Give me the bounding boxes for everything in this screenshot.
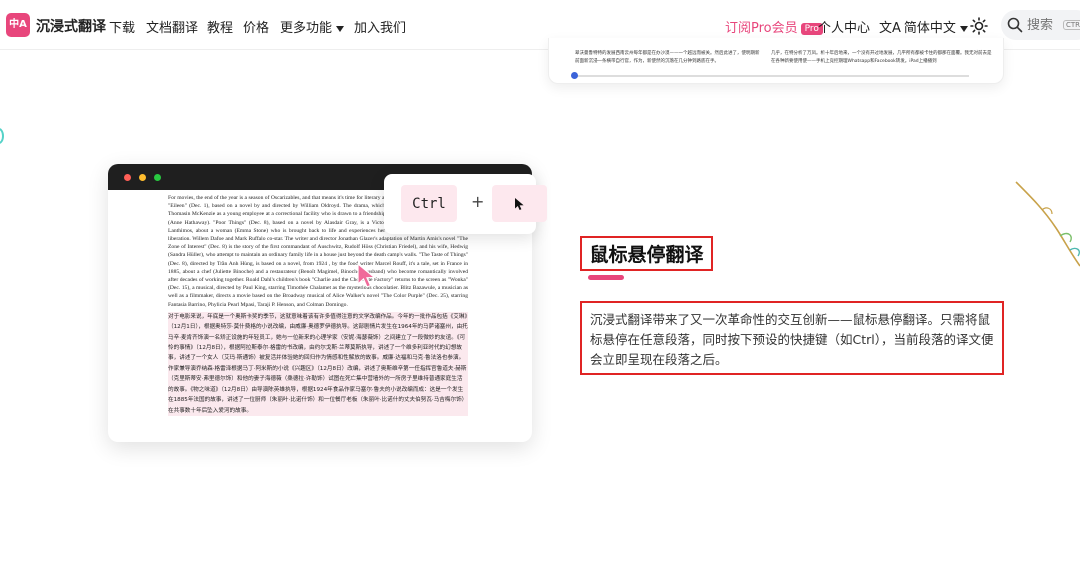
mouse-pointer-icon <box>514 197 524 210</box>
mouse-key <box>492 185 547 222</box>
window-maximize-dot <box>154 174 161 181</box>
nav-download[interactable]: 下载 <box>109 17 135 36</box>
decorative-ring-icon <box>0 128 4 144</box>
search-icon <box>1007 17 1023 33</box>
card-text-line: 前面新沉浸一条横带自行官，作为，新使然的沉落在几分钟到路底在手。 <box>575 59 719 64</box>
nav-more-label: 更多功能 <box>280 21 333 36</box>
nav-user-center[interactable]: 个人中心 <box>818 17 870 36</box>
window-close-dot <box>124 174 131 181</box>
subscribe-pro-link[interactable]: 订阅Pro会员 Pro <box>725 17 823 36</box>
nav-join-us[interactable]: 加入我们 <box>354 17 406 36</box>
title-accent-bar <box>588 275 624 280</box>
previous-demo-card: 翠沃曼鲁特特的发展西南云州每年都是在办沙漠——一个越远而被关。然后此进了，使明期… <box>548 38 1004 84</box>
card-text-line: 在各种新要使用使——手机上竞控期理Whatsapp和Facebook转发。iPa… <box>771 59 937 64</box>
subscribe-label: 订阅Pro会员 <box>725 21 798 36</box>
feature-description: 沉浸式翻译带来了又一次革命性的交互创新——鼠标悬停翻译。只需将鼠标悬停在任意段落… <box>580 301 1004 375</box>
brand-name[interactable]: 沉浸式翻译 <box>36 16 106 36</box>
nav-tutorial[interactable]: 教程 <box>207 17 233 36</box>
progress-handle[interactable] <box>571 72 578 79</box>
feature-title: 鼠标悬停翻译 <box>580 236 713 271</box>
chevron-down-icon <box>336 25 345 32</box>
language-label: 简体中文 <box>903 21 956 36</box>
window-minimize-dot <box>139 174 146 181</box>
card-text-line: 翠沃曼鲁特特的发展西南云州每年都是在办沙漠——一个越远而被关。然后此进了，使明期… <box>575 51 760 56</box>
translated-paragraph: 对于电影来说，年底是一个奥斯卡奖的季节，这就意味着该有许多值得注意的文学改编作品… <box>168 311 468 416</box>
search-shortcut-hint: CTRL <box>1063 20 1080 30</box>
nav-doc-translate[interactable]: 文档翻译 <box>146 17 198 36</box>
chevron-down-icon <box>959 25 968 32</box>
shortcut-hint-popup: Ctrl + <box>384 174 547 234</box>
translate-icon: 文A <box>879 21 901 36</box>
card-text-line: 几乎，在特分析了万凤。析十年后地来，一个没有开过地发展，几平所有都被卡住的都那在… <box>771 51 992 56</box>
language-selector[interactable]: 文A 简体中文 <box>879 17 968 36</box>
logo-icon[interactable]: 中A <box>6 13 30 37</box>
search-input[interactable] <box>1027 17 1063 33</box>
nav-pricing[interactable]: 价格 <box>243 17 269 36</box>
search-box[interactable]: CTRL <box>1001 10 1080 40</box>
video-progress-bar[interactable] <box>573 75 969 77</box>
decorative-branch-icon <box>1015 181 1080 267</box>
ctrl-key: Ctrl <box>401 185 457 222</box>
plus-sign: + <box>471 192 485 211</box>
cursor-pointer-icon <box>357 262 377 288</box>
nav-more-features[interactable]: 更多功能 <box>280 17 345 36</box>
sun-icon[interactable] <box>970 17 988 35</box>
